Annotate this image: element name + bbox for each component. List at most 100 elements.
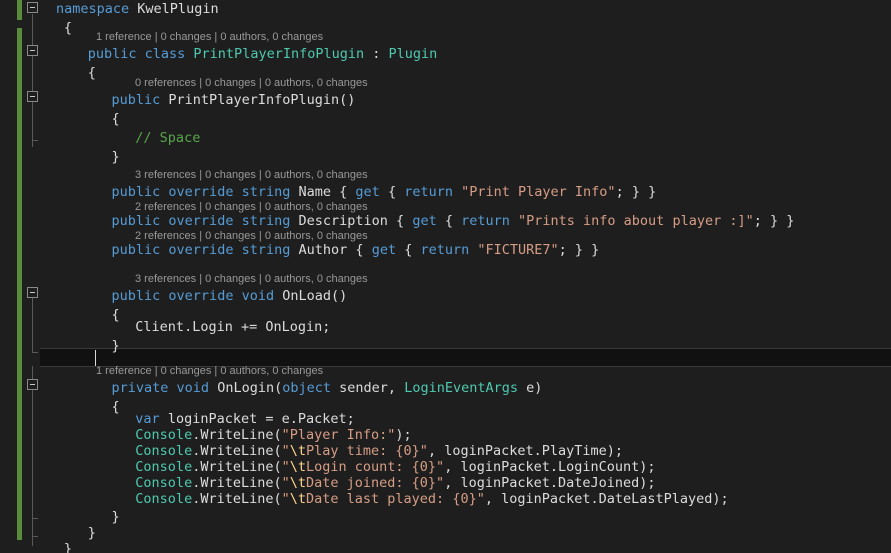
code-token-typ: Console: [135, 443, 193, 459]
code-token-pln: [209, 380, 217, 396]
code-token-pln: .WriteLine(: [192, 427, 282, 443]
code-token-kw: string: [241, 242, 291, 258]
code-token-brc: {: [111, 307, 120, 323]
fold-region-end-tick: [32, 536, 38, 537]
code-token-kw: public: [111, 184, 161, 200]
code-token-typ: Console: [135, 475, 193, 491]
code-token-str: "Print Player Info": [461, 184, 616, 200]
code-token-kw: var: [135, 411, 160, 427]
code-token-pln: .WriteLine(: [192, 491, 282, 507]
code-token-brc: }: [87, 525, 96, 541]
code-token-str: ": [281, 459, 290, 475]
code-token-pln: , loginPacket.LoginCount);: [444, 459, 656, 475]
code-line[interactable]: public override string Description { get…: [112, 212, 795, 231]
collapse-minus-icon[interactable]: [27, 2, 38, 13]
code-token-pln: [290, 184, 298, 200]
code-line[interactable]: [112, 349, 120, 368]
code-line[interactable]: }: [112, 148, 120, 167]
code-token-kw: return: [461, 213, 510, 229]
code-token-pln: (): [331, 288, 348, 304]
code-token-pln: [510, 213, 518, 229]
code-token-str: "Prints info about player :]": [518, 213, 754, 229]
codelens-annotation[interactable]: 1 reference | 0 changes | 0 authors, 0 c…: [96, 30, 323, 45]
collapse-minus-icon[interactable]: [27, 91, 38, 102]
code-editor[interactable]: 1 reference | 0 changes | 0 authors, 0 c…: [0, 0, 891, 553]
code-token-kw: public: [111, 242, 161, 258]
code-line[interactable]: {: [112, 306, 120, 325]
code-token-str: ": [281, 475, 290, 491]
code-token-kw: override: [168, 288, 234, 304]
code-token-pln: ; } }: [615, 184, 657, 200]
code-token-brc: {: [63, 20, 73, 36]
code-line[interactable]: }: [64, 540, 72, 553]
code-token-pln: [290, 242, 298, 258]
code-token-brc: }: [111, 509, 120, 525]
code-line[interactable]: namespace KwelPlugin: [56, 0, 219, 19]
code-line[interactable]: }: [88, 524, 96, 543]
code-token-pln: );: [395, 427, 412, 443]
fold-guide-line: [32, 14, 33, 147]
code-line[interactable]: {: [64, 19, 72, 38]
code-token-str: Date joined: {0}": [306, 475, 445, 491]
collapse-minus-icon[interactable]: [27, 379, 38, 390]
code-line[interactable]: }: [112, 508, 120, 527]
code-token-pln: [137, 46, 145, 62]
code-line[interactable]: {: [88, 64, 96, 83]
code-line[interactable]: public override void OnLoad(): [112, 287, 348, 306]
code-token-kw: public: [111, 213, 161, 229]
code-line[interactable]: {: [112, 110, 120, 129]
editor-gutter[interactable]: [0, 0, 40, 553]
code-token-kw: override: [168, 184, 234, 200]
code-token-kw: object: [282, 380, 332, 396]
code-token-typ: Console: [135, 427, 193, 443]
code-token-brc: {: [111, 111, 120, 127]
code-line[interactable]: public override string Name { get { retu…: [112, 183, 657, 202]
code-surface[interactable]: 1 reference | 0 changes | 0 authors, 0 c…: [40, 0, 891, 553]
code-line[interactable]: private void OnLogin(object sender, Logi…: [112, 379, 543, 398]
code-token-kw: get: [355, 184, 380, 200]
code-token-pln: Description: [298, 213, 388, 229]
code-token-pln: {: [379, 184, 405, 200]
collapse-minus-icon[interactable]: [27, 287, 38, 298]
code-token-typ: Console: [135, 491, 193, 507]
code-token-pln: loginPacket = e.Packet;: [159, 411, 355, 427]
codelens-annotation[interactable]: 0 references | 0 changes | 0 authors, 0 …: [135, 76, 368, 91]
code-line[interactable]: public PrintPlayerInfoPlugin(): [112, 91, 356, 110]
code-token-kw: namespace: [56, 1, 130, 17]
code-token-pln: {: [396, 242, 421, 258]
code-token-pln: [290, 213, 298, 229]
code-line[interactable]: // Space: [135, 129, 200, 148]
code-token-pln: [168, 380, 176, 396]
code-line[interactable]: public class PrintPlayerInfoPlugin : Plu…: [88, 45, 438, 64]
code-line[interactable]: public override string Author { get { re…: [112, 241, 600, 260]
code-token-pln: ; } }: [558, 242, 600, 258]
code-token-pln: [453, 184, 461, 200]
code-token-kw: get: [412, 213, 437, 229]
code-token-pln: PrintPlayerInfoPlugin: [168, 92, 340, 108]
codelens-annotation[interactable]: 3 references | 0 changes | 0 authors, 0 …: [135, 168, 368, 183]
code-token-pln: OnLoad: [282, 288, 332, 304]
code-token-kw: void: [241, 288, 275, 304]
code-line[interactable]: {: [112, 398, 120, 417]
code-token-pln: {: [331, 184, 356, 200]
code-line[interactable]: Client.Login += OnLogin;: [135, 318, 330, 337]
code-token-kw: get: [371, 242, 397, 258]
code-token-kw: void: [176, 380, 210, 396]
code-token-pln: [233, 242, 241, 258]
fold-guide-line: [32, 366, 33, 546]
code-line[interactable]: Console.WriteLine("\tDate last played: {…: [135, 490, 728, 509]
codelens-annotation[interactable]: 1 reference | 0 changes | 0 authors, 0 c…: [96, 364, 323, 379]
code-token-esc: \t: [289, 459, 307, 475]
code-token-esc: \t: [289, 491, 307, 507]
collapse-minus-icon[interactable]: [27, 45, 38, 56]
code-token-str: Play time: {0}": [306, 443, 428, 459]
code-token-brc: }: [63, 541, 73, 553]
code-token-pln: (): [339, 92, 356, 108]
code-token-kw: return: [420, 242, 470, 258]
codelens-annotation[interactable]: 3 references | 0 changes | 0 authors, 0 …: [135, 272, 368, 287]
change-indicator-bar: [17, 28, 22, 540]
code-token-pln: , loginPacket.DateJoined);: [444, 475, 656, 491]
text-caret: [95, 350, 96, 366]
code-token-kw: public: [111, 92, 161, 108]
code-token-pln: e): [517, 380, 543, 396]
